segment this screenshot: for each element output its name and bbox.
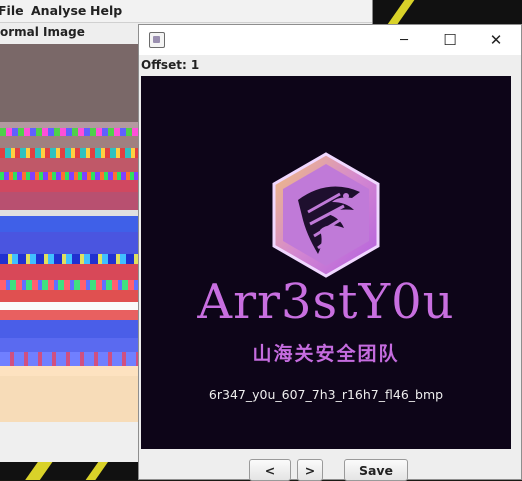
offset-label: Offset: 1 <box>141 58 200 72</box>
java-app-icon <box>149 32 165 48</box>
maximize-icon: ☐ <box>443 31 457 49</box>
save-button[interactable]: Save <box>344 459 408 481</box>
menu-file[interactable]: File <box>0 3 24 18</box>
close-button[interactable]: ✕ <box>473 25 519 55</box>
prev-button[interactable]: < <box>249 459 291 481</box>
eagle-hexagon-logo <box>272 152 380 278</box>
flag-text: 6r347_y0u_607_7h3_r16h7_fl46_bmp <box>208 387 444 402</box>
view-mode-label: ormal Image <box>0 25 85 39</box>
minimize-icon: ─ <box>400 32 408 48</box>
title-bar: ─ ☐ ✕ <box>139 25 521 55</box>
main-image-preview <box>0 44 140 422</box>
close-icon: ✕ <box>489 31 503 49</box>
brand-text: Arr3stY0u <box>197 274 455 330</box>
main-window-footer <box>0 422 140 462</box>
frame-browser-window: ─ ☐ ✕ Offset: 1 Arr3stY0u 山海关安全团队 6r347_… <box>138 24 522 481</box>
menu-analyse[interactable]: Analyse <box>31 3 86 18</box>
team-name-text: 山海关安全团队 <box>252 343 400 365</box>
image-canvas: Arr3stY0u 山海关安全团队 6r347_y0u_607_7h3_r16h… <box>141 76 511 449</box>
menu-help[interactable]: Help <box>90 3 122 18</box>
maximize-button[interactable]: ☐ <box>427 25 473 55</box>
next-button[interactable]: > <box>297 459 323 481</box>
menu-bar: File Analyse Help <box>0 0 372 23</box>
minimize-button[interactable]: ─ <box>381 25 427 55</box>
